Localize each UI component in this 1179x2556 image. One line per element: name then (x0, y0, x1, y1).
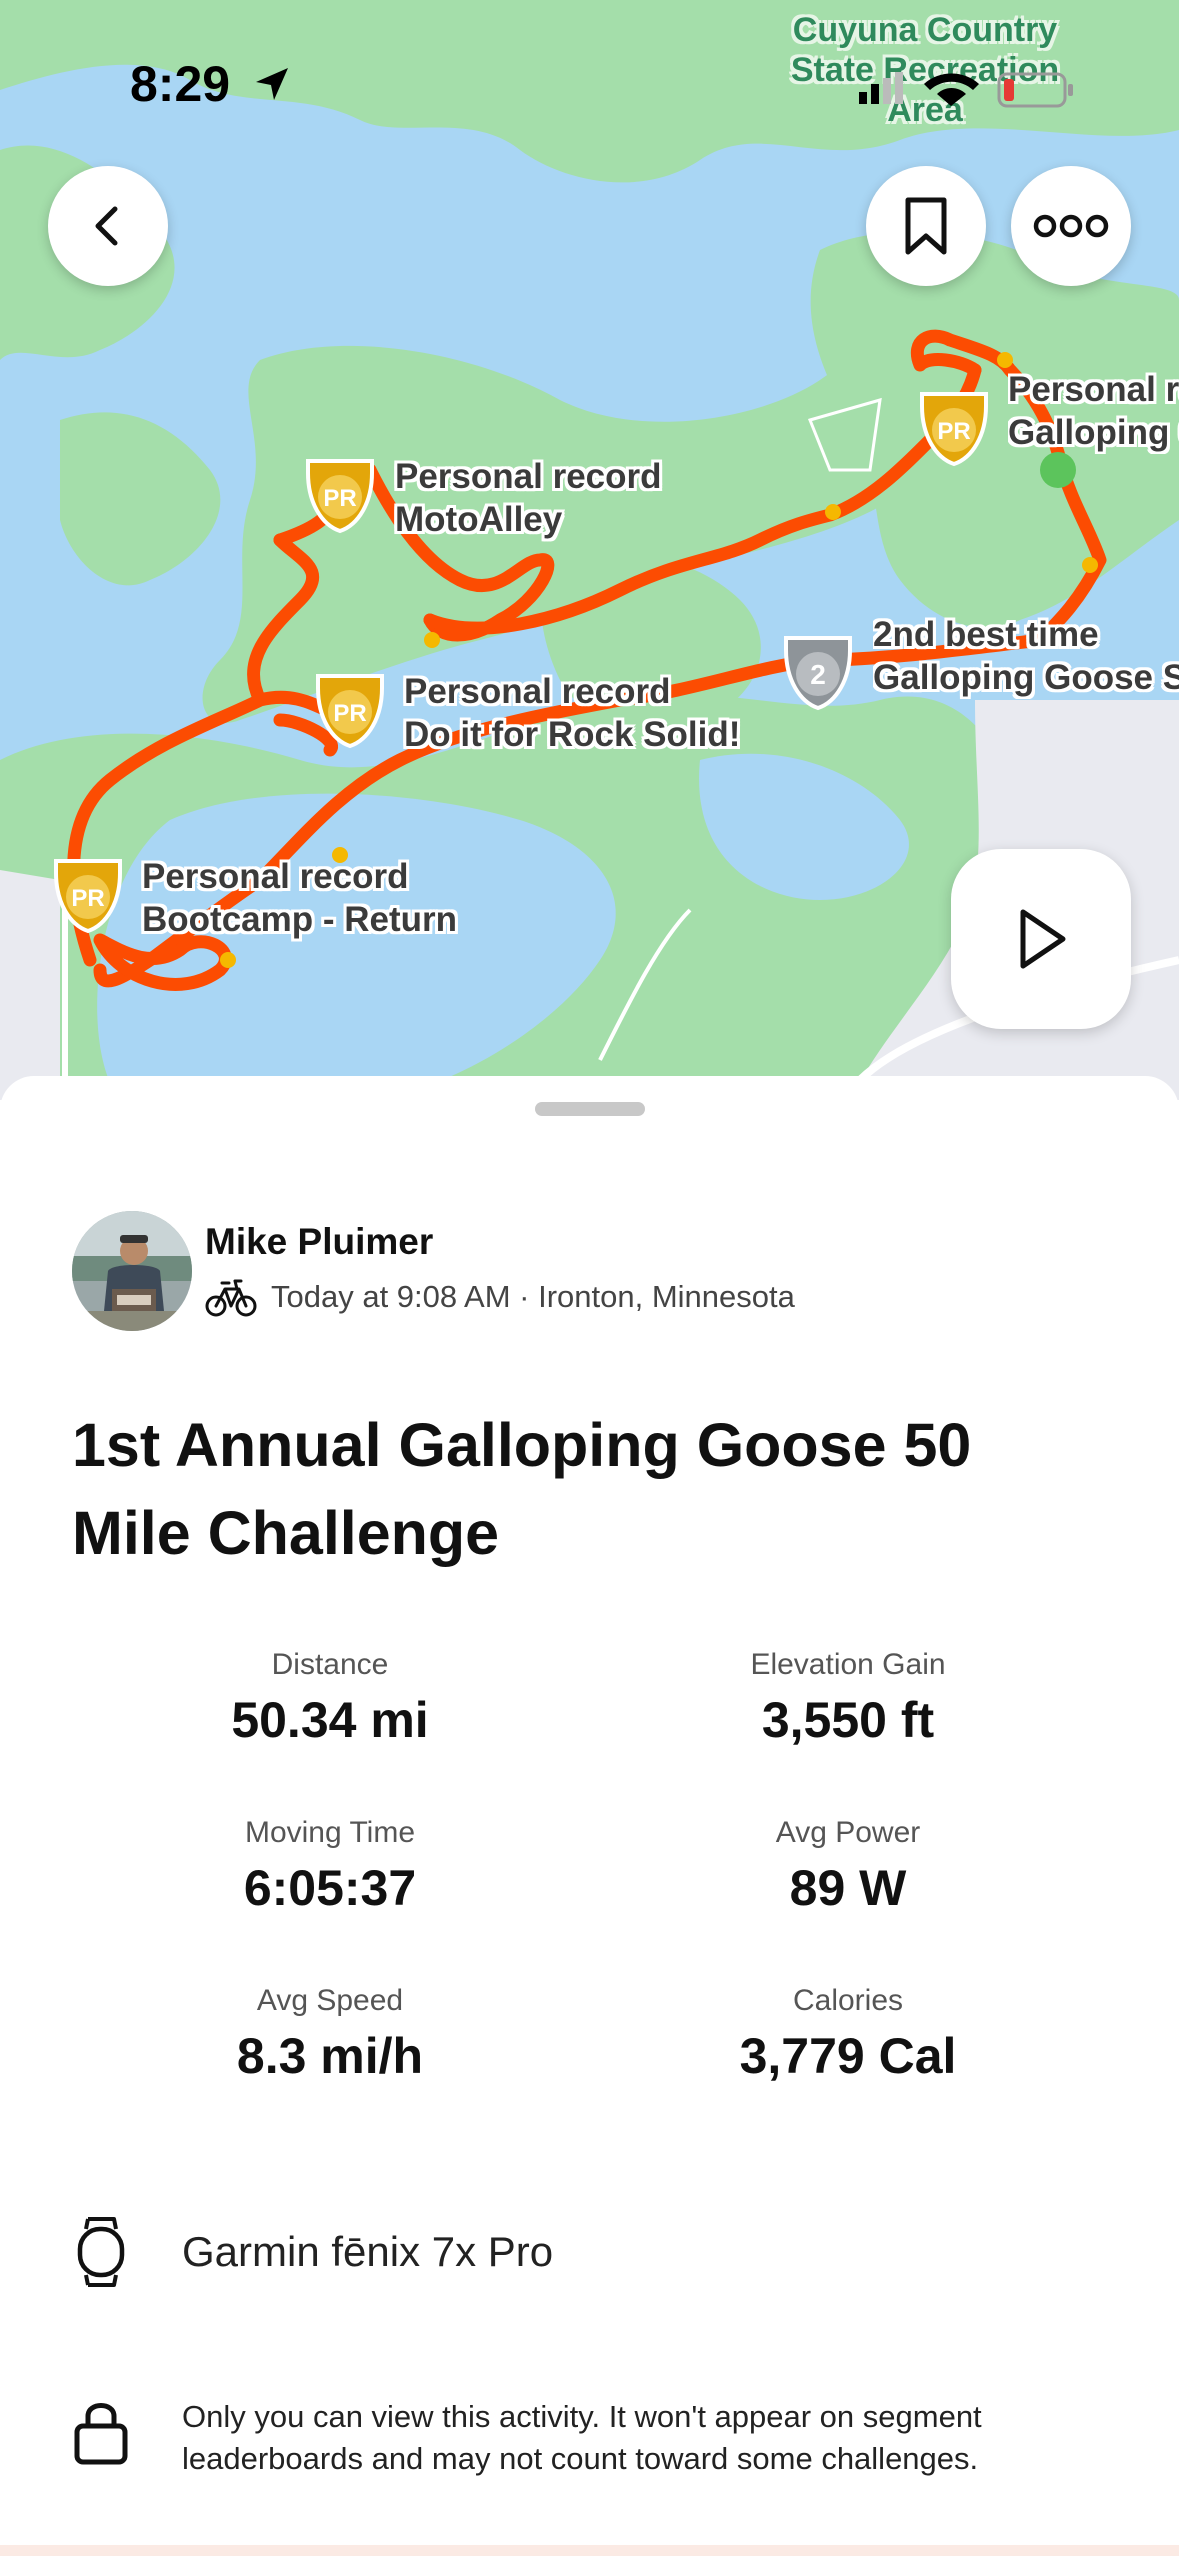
svg-text:PR: PR (323, 485, 356, 512)
stat-value: 3,779 Cal (739, 2028, 957, 2084)
stat-label: Distance (271, 1648, 389, 1681)
activity-meta-text: Today at 9:08 AM · Ironton, Minnesota (271, 1279, 795, 1314)
stat-value: 6:05:37 (243, 1860, 417, 1916)
status-icons (859, 72, 1073, 108)
marker-line2: Galloping Goose descent (1008, 413, 1179, 452)
stat-calories: Calories 3,779 Cal (638, 1982, 1058, 2086)
back-button[interactable] (48, 166, 168, 286)
bottom-edge (0, 2545, 1179, 2556)
pr-badge-icon[interactable]: PR (300, 455, 380, 535)
marker-label-bootcamp[interactable]: Personal record Bootcamp - Return (142, 855, 457, 941)
bookmark-icon (905, 197, 947, 255)
stat-label: Moving Time (244, 1816, 416, 1849)
stat-moving-time: Moving Time 6:05:37 (120, 1814, 540, 1918)
svg-text:PR: PR (71, 885, 104, 912)
svg-text:2: 2 (810, 659, 826, 690)
stat-avg-power: Avg Power 89 W (638, 1814, 1058, 1918)
stat-label: Avg Power (775, 1816, 921, 1849)
status-time: 8:29 (130, 56, 231, 112)
pr-badge-icon[interactable]: PR (914, 388, 994, 468)
marker-line1: 2nd best time (873, 615, 1099, 654)
stat-label: Elevation Gain (750, 1648, 946, 1681)
stat-label: Calories (792, 1984, 904, 2017)
athlete-name[interactable]: Mike Pluimer (205, 1221, 433, 1263)
marker-label-rock-solid[interactable]: Personal record Do it for Rock Solid! (404, 670, 740, 756)
svg-text:PR: PR (937, 418, 970, 445)
marker-line1: Personal record (142, 857, 409, 896)
stat-elevation-gain: Elevation Gain 3,550 ft (638, 1646, 1058, 1750)
pr-badge-icon[interactable]: PR (310, 670, 390, 750)
marker-label-motoalley[interactable]: Personal record MotoAlley (395, 455, 662, 541)
privacy-text: Only you can view this activity. It won'… (182, 2399, 982, 2476)
bike-icon (205, 1279, 257, 1317)
second-place-badge-icon[interactable]: 2 (778, 632, 858, 712)
activity-meta: Today at 9:08 AM · Ironton, Minnesota (205, 1275, 795, 1319)
marker-line2: Bootcamp - Return (142, 900, 457, 939)
activity-map[interactable]: PR PR PR PR 2 Personal record MotoAlley … (0, 0, 1179, 1100)
device-name: Garmin fēnix 7x Pro (182, 2228, 554, 2275)
more-button[interactable] (1011, 166, 1131, 286)
marker-label-descent[interactable]: Personal record Galloping Goose descent (1008, 368, 1179, 454)
svg-text:PR: PR (333, 700, 366, 727)
marker-line1: Personal record (1008, 370, 1179, 409)
activity-sheet[interactable]: Mike Pluimer Today at 9:08 AM · Ironton,… (0, 1076, 1179, 2556)
activity-title: 1st Annual Galloping Goose 50 Mile Chall… (72, 1411, 972, 1567)
play-icon (1020, 909, 1066, 969)
marker-line2: Do it for Rock Solid! (404, 715, 741, 754)
marker-label-segment-1[interactable]: 2nd best time Galloping Goose Segment 1 (873, 613, 1179, 699)
marker-line2: MotoAlley (395, 500, 563, 539)
location-arrow-icon (256, 68, 288, 100)
more-icon (1033, 214, 1109, 238)
pr-badge-icon[interactable]: PR (48, 855, 128, 935)
marker-line2: Galloping Goose Segment 1 (873, 658, 1179, 697)
sheet-handle[interactable] (535, 1102, 645, 1116)
stat-value: 50.34 mi (231, 1692, 429, 1748)
device-row[interactable]: Garmin fēnix 7x Pro (72, 2212, 1122, 2292)
stat-value: 8.3 mi/h (236, 2028, 424, 2084)
marker-line1: Personal record (404, 672, 671, 711)
stat-distance: Distance 50.34 mi (120, 1646, 540, 1750)
stat-value: 89 W (789, 1860, 907, 1916)
stat-avg-speed: Avg Speed 8.3 mi/h (120, 1982, 540, 2086)
marker-line1: Personal record (395, 457, 662, 496)
stat-label: Avg Speed (256, 1984, 404, 2017)
back-icon (95, 206, 118, 246)
avatar-photo (72, 1211, 192, 1331)
play-flyover-button[interactable] (951, 849, 1131, 1029)
watch-icon (77, 2217, 125, 2287)
stat-value: 3,550 ft (761, 1692, 935, 1748)
status-bar: 8:29 (0, 0, 1179, 150)
lock-icon (74, 2403, 128, 2465)
avatar[interactable] (72, 1211, 192, 1331)
privacy-notice: Only you can view this activity. It won'… (72, 2396, 1142, 2480)
bookmark-button[interactable] (866, 166, 986, 286)
athlete-header[interactable]: Mike Pluimer Today at 9:08 AM · Ironton,… (72, 1211, 1112, 1331)
